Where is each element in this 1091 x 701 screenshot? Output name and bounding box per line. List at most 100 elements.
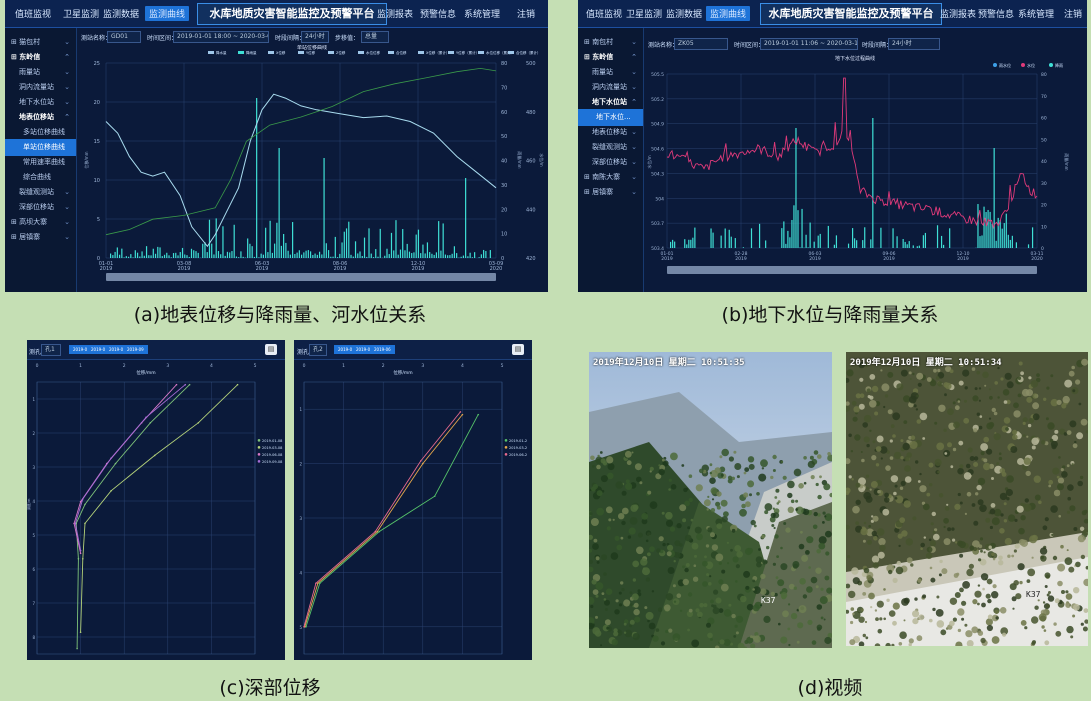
nav-system[interactable]: 系统管理 bbox=[464, 7, 500, 20]
axis-label: 雨量/mm bbox=[517, 151, 523, 168]
foliage-dot bbox=[947, 442, 952, 448]
foliage-dot bbox=[998, 452, 1002, 455]
rain-bar bbox=[197, 252, 199, 258]
logout-link[interactable]: 注销 bbox=[1064, 7, 1082, 20]
nav-satellite[interactable]: 卫星监测 bbox=[626, 7, 662, 20]
foliage-dot bbox=[679, 543, 683, 547]
foliage-dot bbox=[1080, 554, 1086, 560]
rain-bar bbox=[474, 252, 476, 258]
foliage-dot bbox=[1044, 585, 1048, 588]
foliage-dot bbox=[706, 622, 711, 628]
station-select[interactable]: ZK05 bbox=[674, 38, 728, 50]
foliage-dot bbox=[980, 549, 983, 553]
nav-system[interactable]: 系统管理 bbox=[1018, 7, 1054, 20]
foliage-dot bbox=[904, 476, 912, 483]
nav-report[interactable]: 监测报表 bbox=[940, 7, 976, 20]
nav-monitor-curve[interactable]: 监测曲线 bbox=[145, 6, 190, 21]
rain-bar bbox=[801, 208, 803, 248]
foliage-dot bbox=[879, 617, 883, 621]
legend-swatch bbox=[504, 453, 508, 456]
foliage-dot bbox=[903, 597, 910, 604]
nav-monitor-data[interactable]: 监测数据 bbox=[103, 7, 139, 20]
sidebar-item[interactable]: ⊞ 居镇寨 ⌄ bbox=[578, 184, 643, 201]
nav-monitor-curve[interactable]: 监测曲线 bbox=[706, 6, 751, 21]
rain-bar bbox=[710, 228, 712, 248]
video-feed-right[interactable]: 2019年12月10日 星期二 10:51:34 K37 bbox=[846, 352, 1088, 646]
sidebar-item[interactable]: ⊞ 居镇寨 ⌄ bbox=[5, 229, 76, 246]
foliage-dot bbox=[977, 499, 984, 506]
tick-label: 2 bbox=[32, 431, 35, 436]
export-icon[interactable]: ▤ bbox=[512, 344, 524, 355]
foliage-dot bbox=[749, 493, 752, 497]
logout-link[interactable]: 注销 bbox=[517, 7, 535, 20]
rain-bar bbox=[728, 229, 730, 248]
tick-label: 4 bbox=[210, 363, 213, 369]
foliage-dot bbox=[649, 466, 654, 471]
legend-swatch bbox=[238, 51, 244, 54]
legend-swatch bbox=[1049, 63, 1053, 67]
foliage-dot bbox=[636, 546, 644, 555]
sidebar-item-label: 洞内流量站 bbox=[592, 83, 627, 91]
foliage-dot bbox=[1031, 641, 1036, 646]
rain-bar bbox=[460, 256, 462, 258]
rain-bar bbox=[127, 256, 130, 258]
export-icon[interactable]: ▤ bbox=[265, 344, 277, 355]
foliage-dot bbox=[943, 538, 951, 546]
foliage-dot bbox=[949, 597, 958, 605]
rain-bar bbox=[208, 219, 211, 258]
hole-select[interactable]: 孔1 bbox=[41, 344, 61, 356]
date-tag-4[interactable]: 2019-09 bbox=[123, 345, 148, 354]
foliage-dot bbox=[679, 609, 683, 612]
step-select[interactable]: 24小时 bbox=[888, 38, 940, 50]
foliage-dot bbox=[898, 544, 901, 548]
nav-duty-monitor[interactable]: 值班监视 bbox=[15, 7, 51, 20]
data-point bbox=[188, 383, 191, 386]
rain-bar bbox=[847, 243, 850, 248]
rain-bar bbox=[301, 254, 303, 258]
nav-satellite[interactable]: 卫星监测 bbox=[63, 7, 99, 20]
nav-report[interactable]: 监测报表 bbox=[377, 7, 413, 20]
nav-duty-monitor[interactable]: 值班监视 bbox=[586, 7, 622, 20]
tick-label: 4 bbox=[299, 570, 302, 575]
legend-swatch bbox=[268, 51, 274, 54]
inclinometer-curve bbox=[73, 384, 177, 554]
video-feed-left[interactable]: 2019年12月10日 星期二 10:51:35 K37 bbox=[589, 352, 832, 648]
groundwater-line bbox=[666, 77, 1038, 229]
foliage-dot bbox=[878, 538, 886, 546]
foliage-dot bbox=[632, 633, 640, 641]
sidebar-item-label: 地表位移站 bbox=[592, 128, 627, 136]
foliage-dot bbox=[944, 506, 950, 511]
rain-bar bbox=[161, 256, 163, 258]
step-select[interactable]: 24小时 bbox=[301, 31, 329, 43]
foliage-dot bbox=[860, 527, 868, 536]
foliage-dot bbox=[937, 368, 941, 373]
date-tag-3[interactable]: 2019-06 bbox=[370, 345, 395, 354]
foliage-dot bbox=[905, 538, 913, 546]
foliage-dot bbox=[892, 434, 896, 438]
time-range-input[interactable]: 2019-01-01 11:06 ~ 2020-03-11 11:06 bbox=[760, 38, 858, 50]
foliage-dot bbox=[1058, 456, 1061, 459]
type-select[interactable]: 总量 bbox=[361, 31, 389, 43]
nav-warning[interactable]: 预警信息 bbox=[420, 7, 456, 20]
foliage-dot bbox=[822, 511, 826, 515]
foliage-dot bbox=[1071, 463, 1074, 466]
rain-bar bbox=[924, 232, 926, 248]
foliage-dot bbox=[929, 566, 933, 570]
time-range-input[interactable]: 2019-01-01 18:00 ~ 2020-03-09 18:00 bbox=[173, 31, 269, 43]
foliage-dot bbox=[932, 607, 936, 612]
hole-select[interactable]: 孔2 bbox=[309, 344, 327, 356]
rain-bar bbox=[906, 244, 908, 248]
foliage-dot bbox=[798, 605, 807, 614]
foliage-dot bbox=[1023, 503, 1032, 512]
foliage-dot bbox=[813, 511, 818, 517]
foliage-dot bbox=[772, 562, 776, 566]
nav-monitor-data[interactable]: 监测数据 bbox=[666, 7, 702, 20]
nav-warning[interactable]: 预警信息 bbox=[978, 7, 1014, 20]
foliage-dot bbox=[961, 617, 965, 621]
foliage-dot bbox=[998, 456, 1003, 461]
station-select[interactable]: GD01 bbox=[107, 31, 141, 43]
foliage-dot bbox=[888, 569, 893, 575]
tick-label: 504.9 bbox=[651, 122, 664, 128]
foliage-dot bbox=[1012, 607, 1015, 610]
foliage-dot bbox=[707, 527, 713, 533]
